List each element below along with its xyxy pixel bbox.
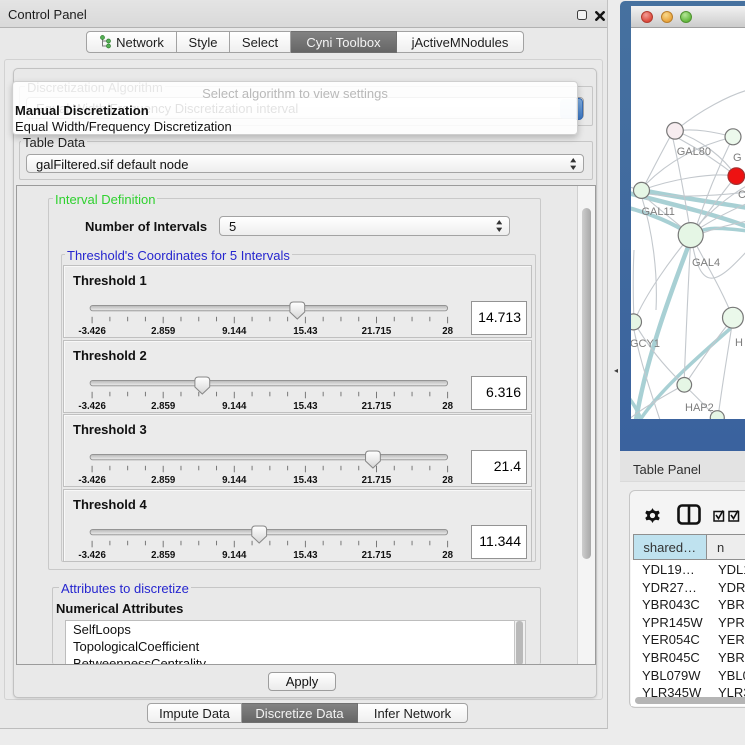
svg-text:-3.426: -3.426 [78, 475, 106, 486]
svg-text:9.144: 9.144 [222, 475, 247, 486]
svg-text:2.859: 2.859 [151, 326, 176, 337]
svg-text:HAP2: HAP2 [685, 402, 714, 414]
svg-text:H: H [735, 337, 743, 349]
svg-text:21.715: 21.715 [362, 550, 392, 561]
svg-text:-3.426: -3.426 [78, 550, 106, 561]
svg-text:21.715: 21.715 [362, 401, 392, 412]
svg-text:C: C [738, 189, 745, 201]
svg-text:15.43: 15.43 [293, 475, 318, 486]
svg-text:21.715: 21.715 [362, 326, 392, 337]
svg-text:28: 28 [442, 401, 453, 412]
svg-text:-3.426: -3.426 [78, 326, 106, 337]
svg-text:28: 28 [442, 475, 453, 486]
svg-text:28: 28 [442, 326, 453, 337]
svg-text:GAL11: GAL11 [642, 206, 675, 218]
svg-text:2.859: 2.859 [151, 550, 176, 561]
svg-text:15.43: 15.43 [293, 550, 318, 561]
svg-text:G: G [733, 152, 742, 164]
svg-text:28: 28 [442, 550, 453, 561]
svg-text:-3.426: -3.426 [78, 401, 106, 412]
svg-text:GCY1: GCY1 [631, 338, 660, 350]
svg-text:21.715: 21.715 [362, 475, 392, 486]
svg-text:2.859: 2.859 [151, 475, 176, 486]
svg-text:GAL4: GAL4 [692, 257, 720, 269]
svg-text:15.43: 15.43 [293, 326, 318, 337]
svg-text:15.43: 15.43 [293, 401, 318, 412]
svg-text:GAL80: GAL80 [677, 146, 711, 158]
svg-text:2.859: 2.859 [151, 401, 176, 412]
svg-text:9.144: 9.144 [222, 401, 247, 412]
svg-text:9.144: 9.144 [222, 326, 247, 337]
svg-text:9.144: 9.144 [222, 550, 247, 561]
